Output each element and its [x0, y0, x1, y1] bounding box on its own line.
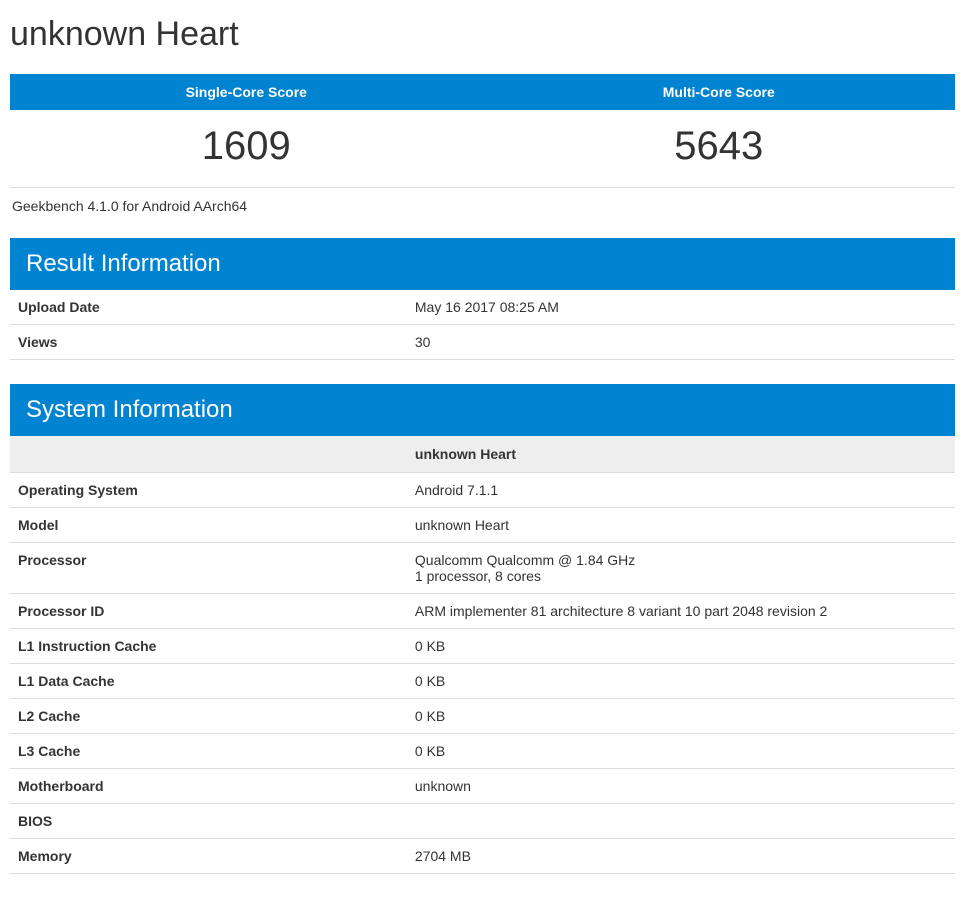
row-label-processor: Processor: [10, 543, 407, 594]
table-row: Motherboard unknown: [10, 769, 955, 804]
result-information-heading: Result Information: [10, 238, 955, 290]
table-row: L1 Instruction Cache 0 KB: [10, 629, 955, 664]
processor-line1: Qualcomm Qualcomm @ 1.84 GHz: [415, 552, 635, 568]
row-label-processor-id: Processor ID: [10, 594, 407, 629]
row-label-os: Operating System: [10, 473, 407, 508]
row-label-l2: L2 Cache: [10, 699, 407, 734]
table-row: Operating System Android 7.1.1: [10, 473, 955, 508]
table-row: BIOS: [10, 804, 955, 839]
row-value-os: Android 7.1.1: [407, 473, 955, 508]
benchmark-caption: Geekbench 4.1.0 for Android AArch64: [10, 198, 955, 214]
row-value-memory: 2704 MB: [407, 839, 955, 874]
multi-core-label: Multi-Core Score: [483, 74, 956, 110]
single-core-score: 1609: [10, 110, 483, 188]
row-label-views: Views: [10, 325, 407, 360]
table-row: L2 Cache 0 KB: [10, 699, 955, 734]
row-label-l3: L3 Cache: [10, 734, 407, 769]
row-value-model: unknown Heart: [407, 508, 955, 543]
row-label-motherboard: Motherboard: [10, 769, 407, 804]
system-information-table: unknown Heart Operating System Android 7…: [10, 436, 955, 874]
row-value-l1i: 0 KB: [407, 629, 955, 664]
row-label-model: Model: [10, 508, 407, 543]
row-label-l1d: L1 Data Cache: [10, 664, 407, 699]
row-label-l1i: L1 Instruction Cache: [10, 629, 407, 664]
table-row: Model unknown Heart: [10, 508, 955, 543]
row-value-l3: 0 KB: [407, 734, 955, 769]
system-information-heading: System Information: [10, 384, 955, 436]
single-core-label: Single-Core Score: [10, 74, 483, 110]
table-row: Upload Date May 16 2017 08:25 AM: [10, 290, 955, 325]
table-row: L3 Cache 0 KB: [10, 734, 955, 769]
result-information-table: Upload Date May 16 2017 08:25 AM Views 3…: [10, 290, 955, 360]
row-label-bios: BIOS: [10, 804, 407, 839]
table-row: Memory 2704 MB: [10, 839, 955, 874]
table-row: Views 30: [10, 325, 955, 360]
table-row: L1 Data Cache 0 KB: [10, 664, 955, 699]
processor-line2: 1 processor, 8 cores: [415, 568, 947, 584]
row-value-processor-id: ARM implementer 81 architecture 8 varian…: [407, 594, 955, 629]
score-table: Single-Core Score Multi-Core Score 1609 …: [10, 74, 955, 188]
column-header-empty: [10, 436, 407, 473]
row-value-views: 30: [407, 325, 955, 360]
system-information-section: System Information unknown Heart Operati…: [10, 384, 955, 874]
page-title: unknown Heart: [10, 15, 955, 54]
row-value-upload-date: May 16 2017 08:25 AM: [407, 290, 955, 325]
result-information-section: Result Information Upload Date May 16 20…: [10, 238, 955, 360]
multi-core-score: 5643: [483, 110, 956, 188]
row-value-l1d: 0 KB: [407, 664, 955, 699]
row-value-bios: [407, 804, 955, 839]
row-value-l2: 0 KB: [407, 699, 955, 734]
row-label-memory: Memory: [10, 839, 407, 874]
table-row: Processor Qualcomm Qualcomm @ 1.84 GHz 1…: [10, 543, 955, 594]
table-row: Processor ID ARM implementer 81 architec…: [10, 594, 955, 629]
row-value-motherboard: unknown: [407, 769, 955, 804]
column-header-device: unknown Heart: [407, 436, 955, 473]
row-value-processor: Qualcomm Qualcomm @ 1.84 GHz 1 processor…: [407, 543, 955, 594]
row-label-upload-date: Upload Date: [10, 290, 407, 325]
